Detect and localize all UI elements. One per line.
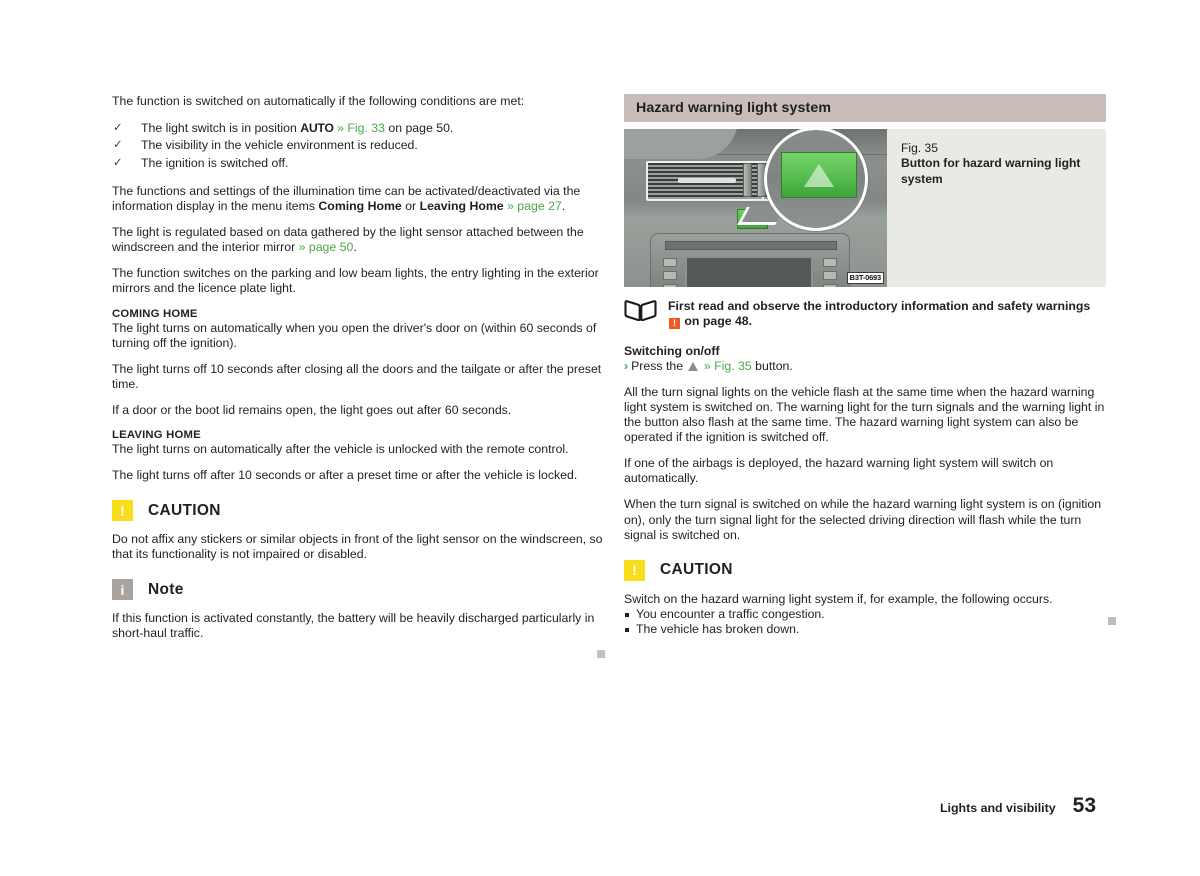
step-prefix: Press the: [631, 358, 687, 373]
read-first-block: First read and observe the introductory …: [624, 299, 1106, 330]
figure-image: B3T-0693: [624, 129, 887, 287]
switching-step: › Press the » Fig. 35 button.: [624, 359, 1106, 374]
console-button: [823, 284, 837, 287]
manual-page: The function is switched on automaticall…: [0, 0, 1200, 876]
figure-image-code: B3T-0693: [846, 272, 884, 284]
coming-home-para-3: If a door or the boot lid remains open, …: [112, 402, 512, 417]
page-footer: Lights and visibility 53: [940, 794, 1096, 818]
caution-icon: !: [112, 500, 133, 522]
hazard-button-magnified: [781, 152, 857, 198]
check-icon: ✓: [113, 156, 123, 169]
figure-title: Button for hazard warning light system: [901, 156, 1081, 186]
console-button: [663, 258, 677, 267]
left-column: The function is switched on automaticall…: [112, 94, 604, 653]
page27-link[interactable]: » page 27: [507, 199, 562, 213]
caution-block-header-left: ! CAUTION: [112, 500, 604, 522]
settings-end: .: [561, 199, 566, 214]
console-button: [823, 271, 837, 280]
sensor-end: .: [353, 240, 357, 255]
note-block-header: i Note: [112, 579, 604, 601]
fig33-link[interactable]: » Fig. 33: [337, 121, 385, 135]
hazard-triangle-glyph-icon: [688, 361, 699, 371]
console-button: [663, 271, 677, 280]
leaving-home-heading: LEAVING HOME: [112, 429, 201, 442]
step-arrow-icon: ›: [624, 358, 629, 373]
vent-knob-1: [743, 163, 752, 197]
caution-title: CAUTION: [148, 501, 221, 519]
page-number: 53: [1072, 794, 1096, 817]
section-end-marker-left: [597, 650, 605, 658]
condition-item: ✓ The light switch is in position AUTO »…: [112, 120, 604, 137]
caution-icon: !: [624, 559, 645, 581]
coming-home-para-1: The light turns on automatically when yo…: [112, 320, 597, 350]
condition-text-after: on page 50.: [384, 121, 454, 136]
figure-block: B3T-0693 Fig. 35 Button for hazard warni…: [624, 129, 1106, 287]
console-strip: [665, 241, 837, 250]
book-icon: [624, 300, 657, 326]
sensor-paragraph: The light is regulated based on data gat…: [112, 225, 604, 255]
intro-paragraph: The function is switched on automaticall…: [112, 94, 525, 108]
hazard-triangle-icon-large: [804, 163, 834, 187]
menu-item-coming-home: Coming Home: [318, 199, 402, 214]
section-end-marker-right: [1108, 617, 1116, 625]
figure-caption: Fig. 35 Button for hazard warning light …: [887, 129, 1106, 287]
caution-title: CAUTION: [660, 561, 733, 579]
magnifier-callout: [764, 129, 868, 231]
warning-icon: !: [669, 318, 680, 330]
console-screen: [685, 256, 813, 287]
leaving-home-para-2: The light turns off after 10 seconds or …: [112, 468, 578, 483]
console-button: [823, 258, 837, 267]
page50-link[interactable]: » page 50: [299, 240, 354, 254]
switching-heading: Switching on/off: [624, 343, 720, 358]
section-header-bar: Hazard warning light system: [624, 94, 1106, 122]
chapter-name: Lights and visibility: [939, 801, 1056, 815]
vent-blade: [678, 178, 736, 183]
caution-body-left: Do not affix any stickers or similar obj…: [112, 532, 603, 562]
section-title: Hazard warning light system: [636, 100, 832, 116]
caution-list-item: The vehicle has broken down.: [624, 622, 1106, 637]
console-button: [663, 284, 677, 287]
conditions-list: ✓ The light switch is in position AUTO »…: [112, 120, 604, 172]
auto-token: AUTO: [300, 121, 334, 136]
right-para-2: If one of the airbags is deployed, the h…: [624, 456, 1054, 486]
caution-list-item: You encounter a traffic congestion.: [624, 607, 1106, 622]
note-title: Note: [148, 580, 184, 598]
figure-number: Fig. 35: [901, 141, 938, 155]
check-icon: ✓: [113, 139, 123, 152]
fig35-link[interactable]: » Fig. 35: [704, 359, 752, 373]
condition-text: The visibility in the vehicle environmen…: [141, 138, 418, 153]
caution-lead-right: Switch on the hazard warning light syste…: [624, 591, 1053, 606]
settings-paragraph: The functions and settings of the illumi…: [112, 184, 604, 214]
right-column: Hazard warning light system B3T-0693 Fig…: [624, 94, 1106, 638]
centre-console: [650, 233, 850, 287]
note-body: If this function is activated constantly…: [112, 611, 595, 641]
check-icon: ✓: [113, 122, 123, 135]
condition-item: ✓ The visibility in the vehicle environm…: [112, 137, 604, 154]
condition-text: The light switch is in position: [141, 121, 301, 136]
leaving-home-para-1: The light turns on automatically after t…: [112, 442, 569, 457]
coming-home-para-2: The light turns off 10 seconds after clo…: [112, 361, 602, 391]
caution-list-right: You encounter a traffic congestion. The …: [624, 607, 1106, 638]
step-suffix: button.: [751, 358, 793, 373]
dashboard-illustration: B3T-0693: [624, 129, 887, 287]
settings-mid: or: [401, 199, 420, 214]
note-icon: i: [112, 579, 133, 601]
right-para-1: All the turn signal lights on the vehicl…: [624, 384, 1105, 445]
menu-item-leaving-home: Leaving Home: [419, 199, 504, 214]
read-first-text: First read and observe the introductory …: [668, 299, 1106, 330]
condition-text: The ignition is switched off.: [141, 155, 289, 170]
read-first-text-2: on page 48.: [681, 314, 753, 329]
right-para-3: When the turn signal is switched on whil…: [624, 497, 1102, 542]
switches-paragraph: The function switches on the parking and…: [112, 266, 599, 296]
condition-item: ✓ The ignition is switched off.: [112, 155, 604, 172]
read-first-text-1: First read and observe the introductory …: [668, 299, 1091, 313]
coming-home-heading: COMING HOME: [112, 307, 198, 320]
caution-block-header-right: ! CAUTION: [624, 559, 1106, 581]
